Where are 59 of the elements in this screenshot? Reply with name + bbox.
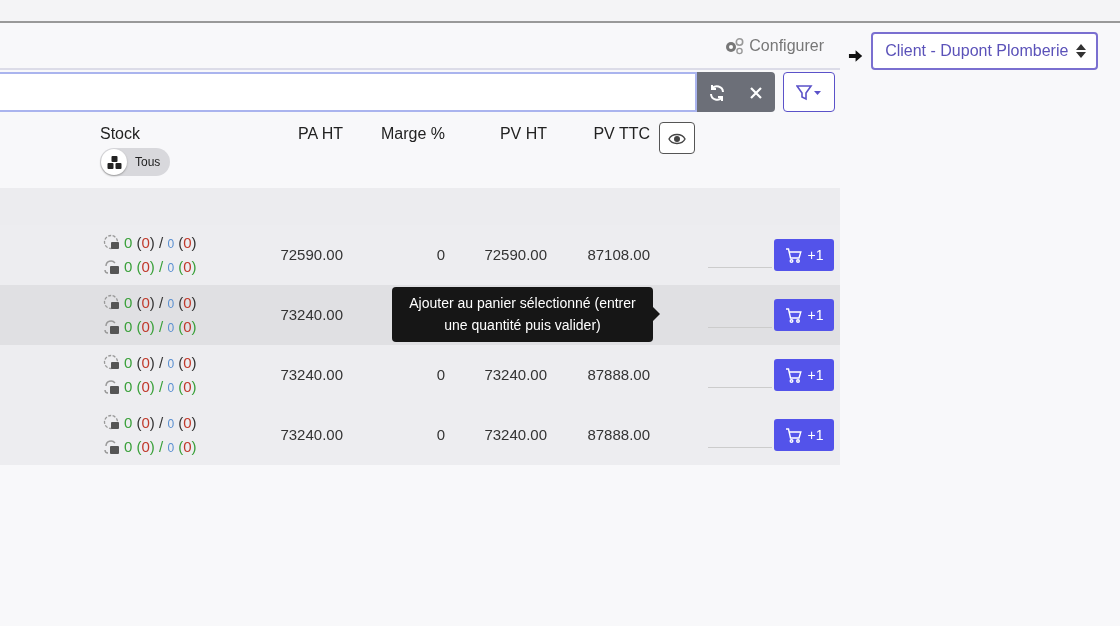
table-cell-text: 87888.00: [586, 424, 650, 445]
stock-quantities: 0 (0) / 0 (0): [124, 317, 197, 337]
filter-icon: [796, 84, 822, 101]
close-icon: [749, 86, 762, 99]
warehouse-box-icon: [103, 294, 121, 312]
filter-button[interactable]: [783, 72, 835, 112]
table-cell-text: 73240.00: [279, 304, 343, 325]
columns-visibility-button[interactable]: [659, 122, 695, 154]
cart-icon: [784, 427, 802, 443]
table-cell-text: 72590.00: [483, 244, 547, 265]
column-header: Marge %: [379, 124, 445, 144]
transit-box-icon: [103, 258, 121, 276]
table-cell-text: 73240.00: [483, 424, 547, 445]
stock-quantities: 0 (0) / 0 (0): [124, 413, 197, 433]
tooltip: Ajouter au panier sélectionné (entrer une quantité puis valider): [392, 287, 660, 342]
client-select[interactable]: Client - Dupont Plomberie: [871, 32, 1098, 70]
table-cell-text: 73240.00: [483, 364, 547, 385]
column-header: PV HT: [498, 124, 547, 144]
clear-button[interactable]: [736, 72, 775, 112]
stock-filter-toggle[interactable]: Tous: [100, 148, 171, 176]
search-field[interactable]: [0, 72, 697, 112]
add-to-cart-button[interactable]: +1: [774, 419, 834, 451]
transit-box-icon: [103, 378, 121, 396]
column-header: Stock: [100, 124, 141, 144]
eye-icon: [668, 132, 686, 145]
cart-icon: [784, 367, 802, 383]
stock-quantities: 0 (0) / 0 (0): [124, 353, 197, 373]
cart-icon: [784, 247, 802, 263]
stock-quantities: 0 (0) / 0 (0): [124, 293, 197, 313]
cart-icon: [784, 307, 802, 323]
sort-arrows-icon: [1076, 44, 1086, 58]
boxes-icon: [106, 155, 122, 169]
add-to-cart-button[interactable]: +1: [774, 239, 834, 271]
column-header: PV TTC: [592, 124, 650, 144]
stock-quantities: 0 (0) / 0 (0): [124, 377, 197, 397]
table-cell-text: 87888.00: [586, 364, 650, 385]
refresh-icon: [707, 83, 726, 102]
column-header: PA HT: [296, 124, 343, 144]
warehouse-box-icon: [103, 414, 121, 432]
table-cell-text: 0: [435, 244, 445, 265]
table-cell-text: 73240.00: [279, 364, 343, 385]
gears-icon: [723, 36, 746, 55]
table-cell-text: 0: [435, 424, 445, 445]
transit-box-icon: [103, 438, 121, 456]
add-to-cart-button[interactable]: +1: [774, 359, 834, 391]
arrow-right-icon: [848, 49, 864, 63]
transit-box-icon: [103, 318, 121, 336]
table-cell-text: 72590.00: [279, 244, 343, 265]
stock-quantities: 0 (0) / 0 (0): [124, 437, 197, 457]
table-cell-text: 73240.00: [279, 424, 343, 445]
stock-quantities: 0 (0) / 0 (0): [124, 257, 197, 277]
add-to-cart-button[interactable]: +1: [774, 299, 834, 331]
refresh-button[interactable]: [697, 72, 736, 112]
warehouse-box-icon: [103, 354, 121, 372]
warehouse-box-icon: [103, 234, 121, 252]
stock-quantities: 0 (0) / 0 (0): [124, 233, 197, 253]
table-cell-text: 87108.00: [586, 244, 650, 265]
table-cell-text: 0: [435, 364, 445, 385]
configure-link[interactable]: Configurer: [723, 33, 824, 58]
